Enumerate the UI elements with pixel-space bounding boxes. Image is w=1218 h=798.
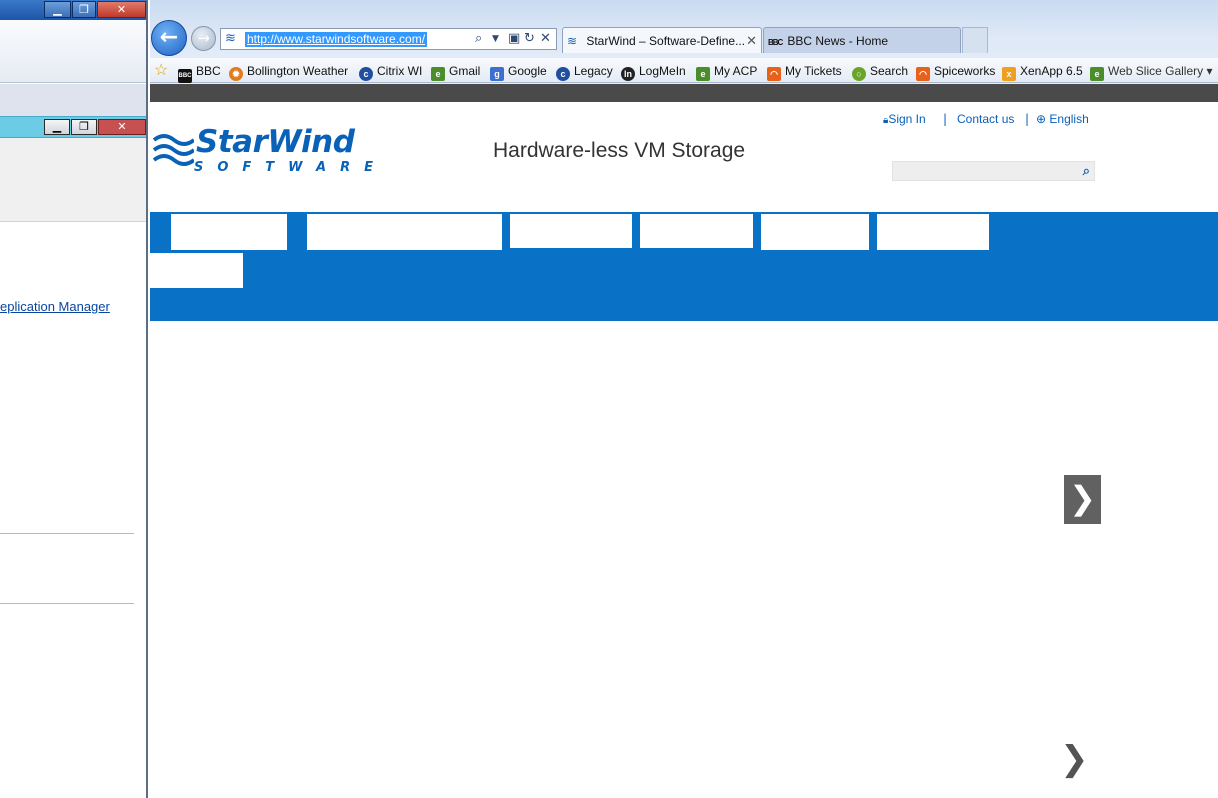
search-green-icon: ○ <box>852 67 866 81</box>
top-stripe <box>150 84 1218 102</box>
favorite-search[interactable]: ○ Search <box>852 62 908 81</box>
favorites-bar: ☆ BBC BBC ✹ Bollington Weather c Citrix WI … <box>150 58 1218 83</box>
window-titlebar: ▁ ❐ ✕ <box>0 0 146 20</box>
ie-page-icon: e <box>696 67 710 81</box>
divider <box>0 533 134 534</box>
tab-bbc-news[interactable]: BBC BBC News - Home <box>763 27 961 53</box>
favorite-xenapp[interactable]: x XenApp 6.5 <box>1002 62 1083 81</box>
tab-label: BBC News - Home <box>787 34 889 48</box>
stop-icon[interactable]: ✕ <box>540 31 551 47</box>
ie-page-icon: e <box>1090 67 1104 81</box>
search-icon[interactable]: ⌕ <box>1083 164 1090 180</box>
favorite-bbc[interactable]: BBC BBC <box>178 62 221 83</box>
globe-icon: ⊕ <box>1036 112 1047 126</box>
refresh-icon[interactable]: ↻ <box>524 31 535 47</box>
favorite-gmail[interactable]: e Gmail <box>431 62 480 81</box>
ie-page-icon: e <box>431 67 445 81</box>
spiceworks-icon: ◠ <box>767 67 781 81</box>
logo-subtitle: SOFTWARE <box>194 160 387 175</box>
window-panel <box>0 138 146 222</box>
bbc-icon: BBC <box>178 69 192 83</box>
citrix-icon: c <box>556 67 570 81</box>
separator: | <box>943 112 948 126</box>
starwind-favicon-icon: ≋ <box>225 31 236 46</box>
language-selector[interactable]: ⊕ English <box>1036 112 1089 126</box>
favorite-web-slice-gallery[interactable]: e Web Slice Gallery ▾ <box>1090 62 1213 81</box>
replication-manager-link[interactable]: eplication Manager <box>0 299 110 314</box>
window-band <box>0 84 146 116</box>
favorite-my-acp[interactable]: e My ACP <box>696 62 757 81</box>
favorite-spiceworks[interactable]: ◠ Spiceworks <box>916 62 995 81</box>
search-icon[interactable]: ⌕ <box>475 31 482 47</box>
dropdown-icon[interactable]: ▼ <box>492 31 499 47</box>
tab-close-icon[interactable]: ✕ <box>746 28 757 53</box>
nav-item[interactable] <box>150 253 243 288</box>
favorites-star-icon[interactable]: ☆ <box>154 62 168 80</box>
favorite-bollington-weather[interactable]: ✹ Bollington Weather <box>229 62 348 81</box>
nav-item[interactable] <box>171 214 287 250</box>
starwind-logo-waves-icon[interactable] <box>152 130 194 170</box>
tab-starwind[interactable]: ≋ StarWind – Software-Define... ✕ <box>562 27 762 53</box>
back-button[interactable]: ← <box>151 20 187 56</box>
favorite-legacy[interactable]: c Legacy <box>556 62 613 81</box>
divider <box>0 603 134 604</box>
arrow-left-icon: ← <box>159 25 179 50</box>
logo-wordmark[interactable]: StarWind <box>196 124 355 160</box>
main-navigation <box>150 212 1218 321</box>
nav-item[interactable] <box>307 214 502 250</box>
window-toolbar <box>0 20 146 83</box>
background-window: ▁ ❐ ✕ ▁ ❐ ✕ eplication Manager <box>0 0 148 798</box>
citrix-icon: c <box>359 67 373 81</box>
separator: | <box>1025 112 1030 126</box>
sign-in-link[interactable]: 🔒︎Sign In <box>883 112 926 126</box>
favorite-citrix-wi[interactable]: c Citrix WI <box>359 62 422 81</box>
xenapp-icon: x <box>1002 67 1016 81</box>
child-restore-button[interactable]: ❐ <box>71 119 97 135</box>
arrow-right-icon: → <box>197 29 210 47</box>
carousel-next-arrow[interactable]: ❯ <box>1060 739 1089 779</box>
nav-item[interactable] <box>510 214 632 248</box>
nav-item[interactable] <box>877 214 989 250</box>
restore-button[interactable]: ❐ <box>72 1 96 18</box>
site-search-input[interactable]: ⌕ <box>892 161 1095 181</box>
child-close-button[interactable]: ✕ <box>98 119 146 135</box>
forward-button[interactable]: → <box>191 26 216 51</box>
web-page: 🔒︎Sign In | Contact us | ⊕ English StarW… <box>150 84 1218 798</box>
favorite-google[interactable]: g Google <box>490 62 547 81</box>
favorite-my-tickets[interactable]: ◠ My Tickets <box>767 62 842 81</box>
spiceworks-icon: ◠ <box>916 67 930 81</box>
close-button[interactable]: ✕ <box>97 1 146 18</box>
logmein-icon: ln <box>621 67 635 81</box>
bbc-icon: BBC <box>768 38 783 47</box>
google-icon: g <box>490 67 504 81</box>
favorite-logmein[interactable]: ln LogMeIn <box>621 62 686 81</box>
nav-item[interactable] <box>761 214 869 250</box>
starwind-favicon-icon: ≋ <box>567 34 578 48</box>
nav-item[interactable] <box>640 214 753 248</box>
site-tagline: Hardware-less VM Storage <box>493 139 746 162</box>
new-tab-button[interactable] <box>962 27 988 53</box>
address-url[interactable]: http://www.starwindsoftware.com/ <box>245 32 428 47</box>
minimize-button[interactable]: ▁ <box>44 1 71 18</box>
contact-us-link[interactable]: Contact us <box>957 112 1014 126</box>
weather-sun-icon: ✹ <box>229 67 243 81</box>
child-window-titlebar: ▁ ❐ ✕ <box>0 116 146 138</box>
child-minimize-button[interactable]: ▁ <box>44 119 70 135</box>
slider-next-button[interactable]: ❯ <box>1064 475 1101 524</box>
compat-view-icon[interactable]: ▣ <box>508 31 520 47</box>
address-bar[interactable]: ≋ http://www.starwindsoftware.com/ ⌕ ▼ ▣… <box>220 28 557 50</box>
tab-label: StarWind – Software-Define... <box>586 34 746 48</box>
